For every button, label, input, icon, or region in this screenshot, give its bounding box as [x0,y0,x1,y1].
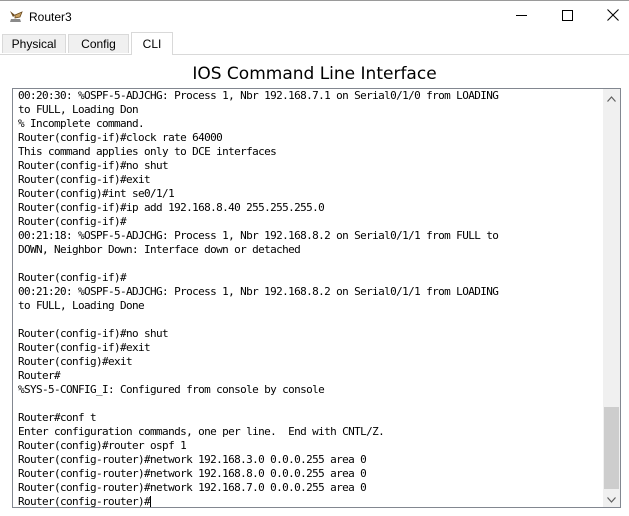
terminal-line: Router(config-router)#network 192.168.8.… [18,467,367,480]
terminal-line: Router(config-if)# [18,215,127,228]
terminal-line: Router(config-if)#clock rate 64000 [18,131,223,144]
title-bar: Router3 [0,0,629,33]
minimize-icon [515,8,527,26]
terminal-line: This command applies only to DCE interfa… [18,145,277,158]
terminal-line: Router(config)#router ospf 1 [18,439,187,452]
tab-cli[interactable]: CLI [131,32,173,55]
terminal-line: Router(config-router)# [18,495,152,507]
terminal-line: Router(config-router)#network 192.168.3.… [18,453,367,466]
terminal-line: 00:21:18: %OSPF-5-ADJCHG: Process 1, Nbr… [18,229,499,242]
terminal-line: Router(config)#int se0/1/1 [18,187,175,200]
vertical-scrollbar[interactable] [603,89,620,507]
maximize-icon [561,8,573,26]
text-cursor [150,496,152,507]
terminal-line: Router(config-if)#exit [18,173,151,186]
minimize-button[interactable] [498,1,544,33]
close-icon [607,8,619,26]
scroll-down-button[interactable] [603,490,620,507]
tab-config[interactable]: Config [68,34,129,53]
tab-physical[interactable]: Physical [2,34,66,53]
terminal-line: DOWN, Neighbor Down: Interface down or d… [18,243,301,256]
terminal-line: to FULL, Loading Don [18,103,139,116]
terminal-line: 00:20:30: %OSPF-5-ADJCHG: Process 1, Nbr… [18,89,499,102]
terminal-line: Router(config-if)# [18,271,127,284]
terminal-line: Router(config-if)#no shut [18,159,169,172]
page-title: IOS Command Line Interface [192,64,437,84]
terminal-line: %SYS-5-CONFIG_I: Configured from console… [18,383,325,396]
cli-terminal[interactable]: 00:20:30: %OSPF-5-ADJCHG: Process 1, Nbr… [12,88,621,508]
terminal-line: Router#conf t [18,411,97,424]
terminal-line: Router# [18,369,61,382]
close-button[interactable] [590,1,629,33]
maximize-button[interactable] [544,1,590,33]
terminal-line: Enter configuration commands, one per li… [18,425,385,438]
terminal-line: Router(config-if)#no shut [18,327,169,340]
terminal-line: to FULL, Loading Done [18,299,145,312]
scroll-thumb[interactable] [604,407,619,489]
scroll-up-button[interactable] [603,89,620,106]
terminal-line: Router(config-if)#ip add 192.168.8.40 25… [18,201,325,214]
terminal-line: Router(config)#exit [18,355,133,368]
terminal-output[interactable]: 00:20:30: %OSPF-5-ADJCHG: Process 1, Nbr… [18,89,604,507]
chevron-up-icon [607,89,616,107]
tab-bar: Physical Config CLI [0,32,629,55]
window-title: Router3 [29,10,72,24]
chevron-down-icon [607,490,616,508]
terminal-line: Router(config-if)#exit [18,341,151,354]
router-app-icon [8,9,24,23]
terminal-line: % Incomplete command. [18,117,145,130]
terminal-line: Router(config-router)#network 192.168.7.… [18,481,367,494]
terminal-line: 00:21:20: %OSPF-5-ADJCHG: Process 1, Nbr… [18,285,499,298]
